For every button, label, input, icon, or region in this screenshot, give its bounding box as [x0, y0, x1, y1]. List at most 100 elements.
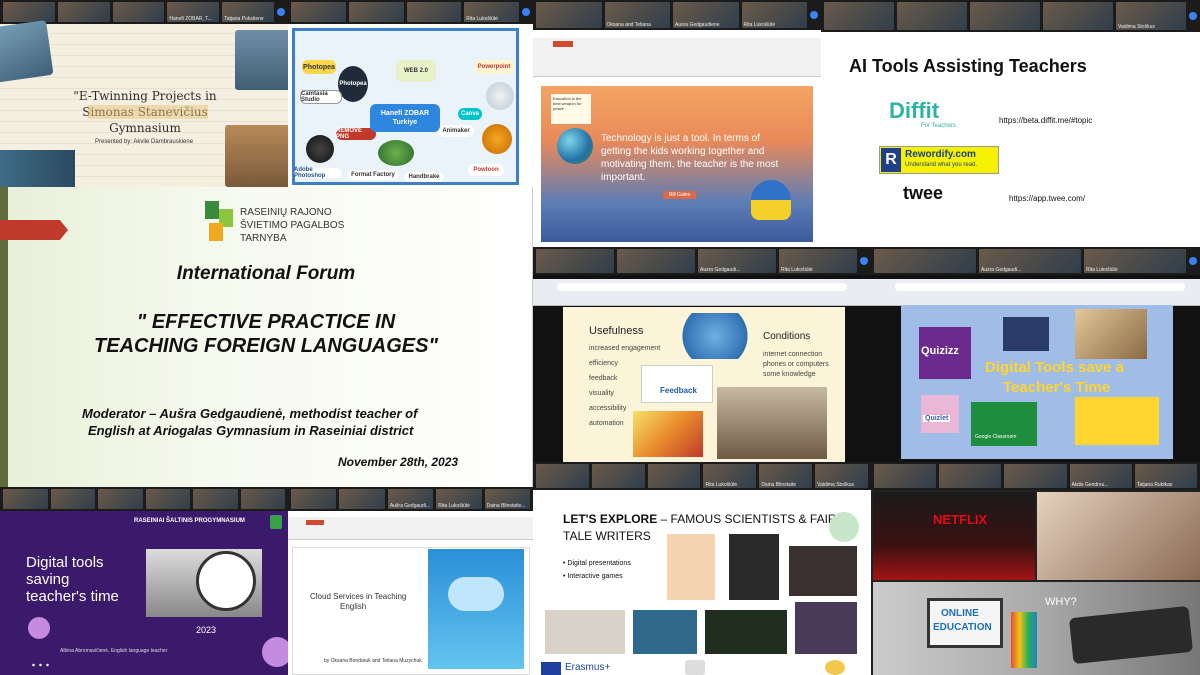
- center-presenter-label: Hanefi ZOBAR Turkiye: [370, 104, 440, 132]
- participant-video[interactable]: Vaidima Stoškus: [1116, 2, 1186, 30]
- moderator-line2: English at Ariogalas Gymnasium in Rasein…: [88, 423, 414, 438]
- participant-video[interactable]: [3, 2, 55, 22]
- tool-logo-icon: [486, 82, 514, 110]
- participant-video[interactable]: [536, 464, 589, 488]
- participant-video[interactable]: [536, 2, 602, 28]
- participant-video[interactable]: [50, 489, 95, 509]
- address-bar[interactable]: [557, 283, 847, 291]
- moderator-line1: Moderator – Aušra Gedgaudienė, methodist…: [82, 406, 418, 421]
- participant-video[interactable]: Tatjana Pukstiene: [222, 2, 274, 22]
- slide-title-line1: Digital tools: [26, 554, 104, 571]
- conditions-item: internet connection: [763, 351, 823, 358]
- tool-photopea: Photopea: [338, 66, 368, 102]
- participant-video[interactable]: [145, 489, 190, 509]
- participant-video[interactable]: Rita Lukošiūtė: [703, 464, 757, 488]
- participant-video[interactable]: Ausra Gedgaudiene: [673, 2, 739, 28]
- rewordify-tagline: Understand what you read.: [905, 162, 978, 168]
- participant-video[interactable]: Ausra Gedgaudi...: [979, 249, 1081, 273]
- diffit-logo: Diffit: [889, 98, 940, 123]
- diffit-url[interactable]: https://beta.diffit.me/#topic: [999, 116, 1092, 125]
- clock-icon: [1003, 317, 1049, 351]
- participant-video[interactable]: [824, 2, 894, 30]
- participant-strip: Rita Lukošiūtė: [288, 0, 533, 24]
- participant-video[interactable]: [897, 2, 967, 30]
- more-icon[interactable]: [1189, 257, 1197, 265]
- slide-title: AI Tools Assisting Teachers: [849, 56, 1087, 76]
- participant-video[interactable]: [3, 489, 48, 509]
- cloud-icon: [448, 577, 504, 611]
- participant-video[interactable]: [240, 489, 285, 509]
- participant-video[interactable]: [193, 489, 238, 509]
- books-illustration: [0, 20, 54, 83]
- more-icon[interactable]: [1189, 12, 1197, 20]
- participant-video[interactable]: [291, 2, 346, 22]
- logo-line2: ŠVIETIMO PAGALBOS: [240, 220, 345, 231]
- participant-video[interactable]: Rita Lukošiūtė: [779, 249, 857, 273]
- google-classroom-logo: Google Classroom: [971, 402, 1037, 446]
- participant-video[interactable]: [112, 2, 165, 22]
- participant-video[interactable]: [339, 489, 385, 509]
- classroom-photo: [717, 387, 827, 459]
- slide-presenter: Presented by: Akvile Dambrauskiene: [95, 139, 194, 145]
- participant-video[interactable]: [874, 464, 937, 488]
- tool-logo-icon: [378, 140, 414, 166]
- address-bar[interactable]: [895, 283, 1185, 291]
- participant-video[interactable]: Vaidima Stoškus: [815, 464, 868, 488]
- participant-video[interactable]: [1043, 2, 1113, 30]
- more-icon[interactable]: [810, 11, 818, 19]
- participant-strip: [0, 487, 288, 511]
- participant-video[interactable]: [291, 489, 337, 509]
- participant-video[interactable]: Aistis Gendreu...: [1069, 464, 1132, 488]
- participant-video[interactable]: [348, 2, 404, 22]
- rewordify-logo: R Rewordify.com Understand what you read…: [879, 146, 999, 174]
- bullet-item: • Digital presentations: [563, 560, 631, 567]
- thumbnail: [729, 534, 779, 600]
- decor-circle: [28, 617, 50, 639]
- slide-headline-line1: Digital Tools save a: [985, 359, 1124, 376]
- participant-strip: Aistis Gendreu... Tatjana Rubikas: [871, 462, 1200, 490]
- participant-video[interactable]: Ausra Gedgaudi...: [698, 249, 776, 273]
- participant-strip: Ausra Gedgaudi... Rita Lukošiūtė: [533, 247, 871, 275]
- twee-url[interactable]: https://app.twee.com/: [1009, 194, 1085, 203]
- ribbon-tab-active[interactable]: [553, 41, 573, 47]
- participant-video[interactable]: [874, 249, 976, 273]
- participant-video[interactable]: [536, 249, 614, 273]
- tool-powerpoint: Powerpoint: [474, 60, 514, 74]
- participant-video[interactable]: [617, 249, 695, 273]
- participant-video[interactable]: [406, 2, 462, 22]
- team-image: [633, 411, 703, 457]
- participant-video[interactable]: Rita Lukošiūtė: [464, 2, 519, 22]
- participant-video[interactable]: [970, 2, 1040, 30]
- participant-video[interactable]: Daina Blinstaite...: [484, 489, 531, 509]
- participant-video[interactable]: [647, 464, 701, 488]
- participant-video[interactable]: Daina Blinstaite: [759, 464, 813, 488]
- more-icon[interactable]: [860, 257, 868, 265]
- participant-video[interactable]: Rita Lukošiūtė: [741, 2, 807, 28]
- participant-video[interactable]: Tatjana Rubikas: [1134, 464, 1198, 488]
- quote-text: Technology is just a tool. In terms of g…: [601, 133, 779, 183]
- forum-title-line1: " EFFECTIVE PRACTICE IN: [136, 311, 396, 333]
- tile-digital-tools-time: Ausra Gedgaudi... Rita Lukošiūtė Quizizz…: [871, 247, 1200, 462]
- phones-image: [1075, 397, 1159, 445]
- tile-etwinning: Hanefi ZOBAR, T... Tatjana Pukstiene "E-…: [0, 0, 288, 187]
- participant-video[interactable]: [98, 489, 143, 509]
- forum-logo-icon: [205, 201, 235, 243]
- more-icon[interactable]: [522, 8, 530, 16]
- participant-video[interactable]: [57, 2, 110, 22]
- tool-formatfactory: Format Factory: [348, 170, 398, 180]
- thumbnail: [545, 610, 625, 654]
- participant-video[interactable]: Aušra Gedgaudi...: [387, 489, 434, 509]
- more-icon[interactable]: [276, 8, 285, 16]
- participant-video[interactable]: [939, 464, 1002, 488]
- conditions-item: phones or computers: [763, 361, 829, 368]
- participant-video[interactable]: Oksana and Tetiana: [604, 2, 670, 28]
- headline-line2: TALE WRITERS: [563, 529, 651, 543]
- thumbnail: [633, 610, 697, 654]
- participant-video[interactable]: [1004, 464, 1067, 488]
- rewordify-name: Rewordify.com: [905, 149, 976, 160]
- participant-video[interactable]: Hanefi ZOBAR, T...: [167, 2, 220, 22]
- participant-video[interactable]: Rita Lukošiūtė: [1084, 249, 1186, 273]
- participant-video[interactable]: [591, 464, 645, 488]
- ribbon-tab-active[interactable]: [306, 520, 324, 525]
- participant-video[interactable]: Rita Lukošiūtė: [436, 489, 482, 509]
